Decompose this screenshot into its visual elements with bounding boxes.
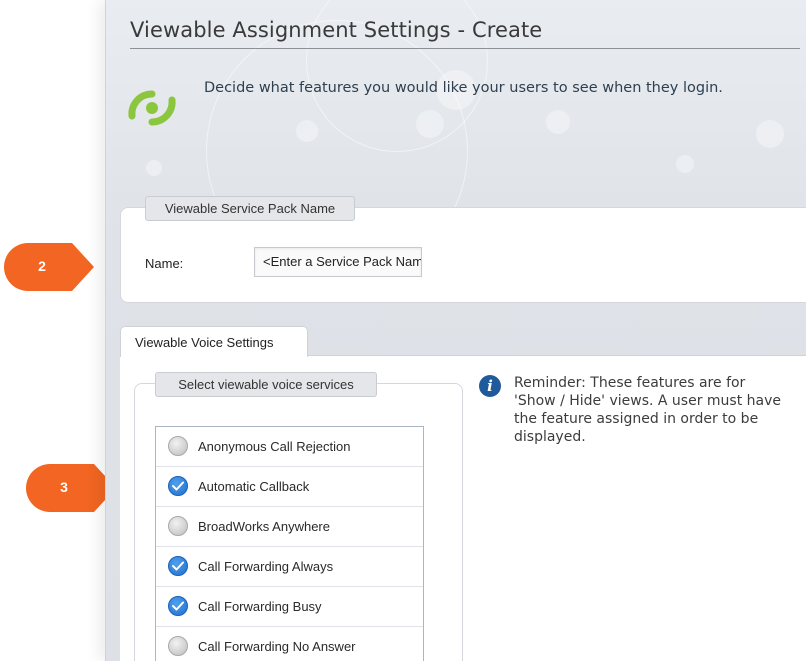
service-row[interactable]: Call Forwarding Always bbox=[156, 547, 423, 587]
voice-services-list: Anonymous Call Rejection Automatic Callba… bbox=[155, 426, 424, 661]
service-row[interactable]: Automatic Callback bbox=[156, 467, 423, 507]
service-row[interactable]: Call Forwarding No Answer bbox=[156, 627, 423, 661]
service-row[interactable]: Anonymous Call Rejection bbox=[156, 427, 423, 467]
service-label: Call Forwarding Always bbox=[198, 559, 334, 574]
service-label: Automatic Callback bbox=[198, 479, 310, 494]
title-divider bbox=[130, 48, 800, 49]
callout-number: 2 bbox=[38, 258, 46, 274]
unchecked-radio-icon[interactable] bbox=[168, 516, 188, 536]
service-label: BroadWorks Anywhere bbox=[198, 519, 330, 534]
checked-radio-icon[interactable] bbox=[168, 476, 188, 496]
service-label: Call Forwarding Busy bbox=[198, 599, 322, 614]
checked-radio-icon[interactable] bbox=[168, 556, 188, 576]
settings-panel: Viewable Assignment Settings - Create De… bbox=[105, 0, 806, 661]
unchecked-radio-icon[interactable] bbox=[168, 636, 188, 656]
callout-2: 2 bbox=[2, 241, 96, 293]
page-title: Viewable Assignment Settings - Create bbox=[130, 18, 543, 42]
broadcast-logo-icon bbox=[128, 90, 176, 126]
name-label: Name: bbox=[145, 256, 184, 271]
info-icon: i bbox=[479, 375, 501, 397]
service-row[interactable]: Call Forwarding Busy bbox=[156, 587, 423, 627]
service-label: Anonymous Call Rejection bbox=[198, 439, 351, 454]
intro-text: Decide what features you would like your… bbox=[204, 80, 723, 96]
reminder-text: Reminder: These features are for 'Show /… bbox=[514, 375, 781, 445]
section-legend: Select viewable voice services bbox=[155, 372, 377, 397]
checked-radio-icon[interactable] bbox=[168, 596, 188, 616]
tab-viewable-voice-settings[interactable]: Viewable Voice Settings bbox=[120, 326, 308, 357]
service-label: Call Forwarding No Answer bbox=[198, 639, 356, 654]
service-pack-name-section: Viewable Service Pack Name Name: <Enter … bbox=[120, 196, 806, 303]
callout-3: 3 bbox=[24, 462, 118, 514]
callout-number: 3 bbox=[60, 479, 68, 495]
service-row[interactable]: BroadWorks Anywhere bbox=[156, 507, 423, 547]
section-legend: Viewable Service Pack Name bbox=[145, 196, 355, 221]
service-pack-name-input[interactable]: <Enter a Service Pack Name> bbox=[254, 247, 422, 277]
name-placeholder: <Enter a Service Pack Name> bbox=[263, 254, 422, 269]
unchecked-radio-icon[interactable] bbox=[168, 436, 188, 456]
voice-settings-panel: Select viewable voice services Anonymous… bbox=[120, 355, 806, 661]
